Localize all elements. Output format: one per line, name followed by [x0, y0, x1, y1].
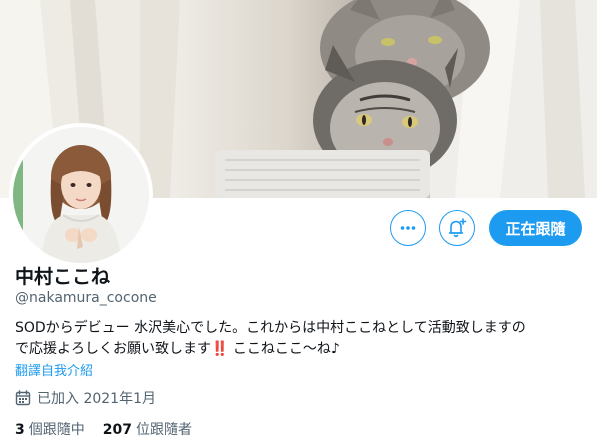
- user-handle: @nakamura_cocone: [15, 290, 157, 306]
- follow-stats: 3 個跟隨中 207 位跟隨者: [15, 419, 210, 439]
- join-date-text: 已加入 2021年1月: [37, 391, 156, 407]
- avatar-photo: [13, 127, 149, 263]
- avatar-frame[interactable]: [9, 123, 153, 267]
- bio-line-1: SODからデビュー 水沢美心でした。これからは中村ここねとして活動致しますの: [15, 320, 526, 336]
- avatar: [13, 127, 149, 263]
- translate-bio-link[interactable]: 翻譯自我介紹: [15, 360, 93, 379]
- bio-line-2: で応援よろしくお願い致します‼️ ここねここ〜ね♪: [15, 339, 585, 360]
- following-link[interactable]: 3 個跟隨中: [15, 419, 85, 439]
- following-count: 3: [15, 422, 25, 438]
- bio-text-part: ここねここ〜ね♪: [228, 341, 340, 357]
- following-label: 個跟隨中: [28, 422, 85, 438]
- followers-link[interactable]: 207 位跟隨者: [103, 419, 192, 439]
- bio-text-part: で応援よろしくお願い致します: [15, 341, 211, 357]
- profile-bio: SODからデビュー 水沢美心でした。これからは中村ここねとして活動致しますの で…: [15, 318, 585, 360]
- double-exclamation-icon: ‼️: [211, 341, 229, 357]
- more-options-button[interactable]: [390, 210, 426, 246]
- join-date: 已加入 2021年1月: [15, 388, 156, 408]
- followers-count: 207: [102, 422, 132, 438]
- more-horizontal-icon: [400, 226, 416, 230]
- followers-label: 位跟隨者: [135, 422, 192, 438]
- following-button[interactable]: 正在跟隨: [489, 210, 582, 246]
- bell-plus-icon: [448, 218, 467, 238]
- display-name: 中村ここね: [15, 266, 111, 288]
- calendar-icon: [15, 390, 31, 406]
- notifications-button[interactable]: [439, 210, 475, 246]
